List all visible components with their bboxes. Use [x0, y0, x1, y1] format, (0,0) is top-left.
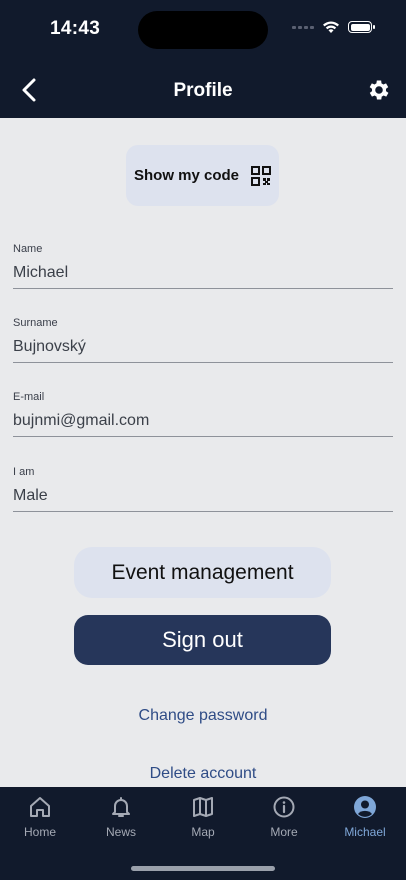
home-indicator[interactable]: [131, 866, 275, 871]
email-field-label: E-mail: [13, 391, 45, 403]
map-icon: [193, 797, 213, 817]
change-password-link[interactable]: Change password: [0, 707, 406, 725]
wifi-icon: [323, 21, 339, 33]
battery-icon: [348, 21, 375, 33]
surname-field-value[interactable]: Bujnovský: [13, 338, 393, 363]
email-field-value[interactable]: bujnmi@gmail.com: [13, 412, 393, 437]
gender-field[interactable]: I am Male: [13, 466, 393, 512]
tab-bar: Home News Map More Michael: [0, 787, 406, 880]
surname-field[interactable]: Surname Bujnovský: [13, 317, 393, 363]
user-icon: [354, 796, 376, 818]
tab-more-label: More: [270, 825, 298, 839]
name-field[interactable]: Name Michael: [13, 243, 393, 289]
show-my-code-label: Show my code: [133, 167, 240, 184]
tab-more[interactable]: More: [249, 795, 319, 839]
dynamic-island: [138, 11, 268, 49]
sign-out-button[interactable]: Sign out: [74, 615, 331, 665]
status-icons: [292, 20, 375, 34]
info-icon: [273, 796, 295, 818]
qr-code-icon: [251, 165, 272, 186]
name-field-label: Name: [13, 243, 43, 255]
email-field[interactable]: E-mail bujnmi@gmail.com: [13, 391, 393, 437]
gender-field-value[interactable]: Male: [13, 487, 393, 512]
gender-field-label: I am: [13, 466, 35, 478]
show-my-code-button[interactable]: Show my code: [126, 145, 279, 206]
page-title: Profile: [173, 80, 233, 101]
status-time: 14:43: [50, 18, 101, 39]
tab-home[interactable]: Home: [5, 795, 75, 839]
tab-news[interactable]: News: [86, 795, 156, 839]
tab-map-label: Map: [191, 825, 215, 839]
surname-field-label: Surname: [13, 317, 58, 329]
tab-news-label: News: [105, 825, 136, 839]
app-header: 14:43 Profile: [0, 0, 406, 118]
name-field-value[interactable]: Michael: [13, 264, 393, 289]
tab-home-label: Home: [23, 825, 56, 839]
cellular-signal-icon: [292, 25, 314, 29]
gear-icon[interactable]: [366, 77, 392, 103]
tab-profile[interactable]: Michael: [330, 795, 400, 839]
bell-icon: [112, 797, 130, 817]
tab-profile-label: Michael: [344, 825, 386, 839]
delete-account-link[interactable]: Delete account: [0, 765, 406, 783]
home-icon: [30, 797, 50, 817]
event-management-button[interactable]: Event management: [74, 547, 331, 598]
tab-map[interactable]: Map: [168, 795, 238, 839]
